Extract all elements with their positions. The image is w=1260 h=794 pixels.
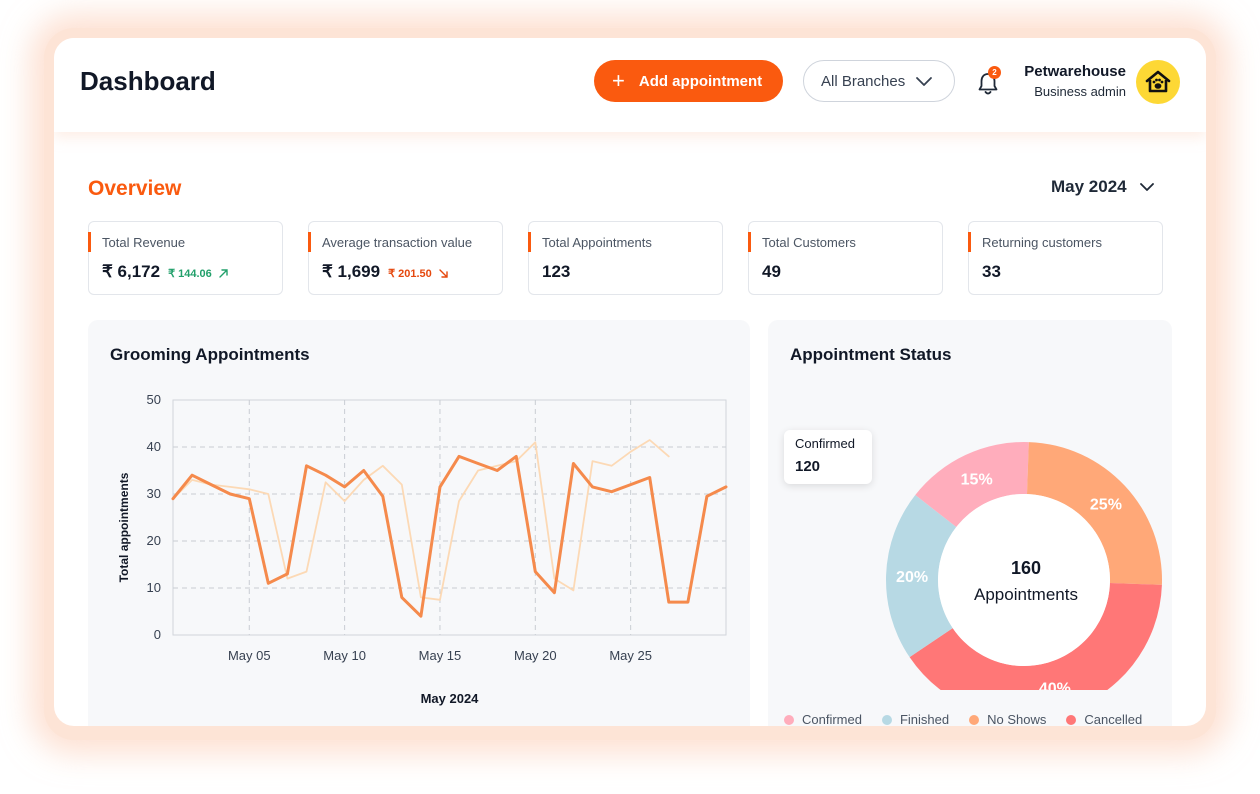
- series-line-1: [171, 454, 728, 618]
- stat-value: 49: [762, 262, 781, 281]
- branch-select[interactable]: All Branches: [803, 60, 955, 102]
- tooltip-value: 120: [795, 458, 821, 475]
- card-accent: [748, 232, 751, 252]
- y-tick-label: 10: [147, 580, 161, 595]
- stat-delta-value: ₹ 144.06: [168, 268, 212, 280]
- overview-title: Overview: [88, 177, 182, 200]
- stat-delta: ₹ 201.50: [388, 267, 449, 280]
- x-tick-label: May 05: [228, 648, 271, 663]
- y-tick-label: 0: [154, 627, 161, 642]
- stat-value-row: 123: [542, 262, 570, 282]
- stat-value: 123: [542, 262, 571, 281]
- user-name: Petwarehouse: [1024, 63, 1126, 80]
- legend-item: Finished: [881, 712, 950, 726]
- add-appointment-label: Add appointment: [638, 72, 763, 90]
- legend-item: Cancelled: [1066, 712, 1142, 726]
- legend-label: No Shows: [987, 712, 1047, 726]
- tooltip-label: Confirmed: [795, 436, 855, 451]
- stat-value-row: ₹ 6,172 ₹ 144.06: [102, 262, 229, 282]
- legend-label: Finished: [899, 712, 950, 726]
- avatar[interactable]: [1136, 60, 1180, 104]
- legend-item: No Shows: [969, 712, 1046, 726]
- month-select-value: May 2024: [1051, 177, 1127, 196]
- center-label: Appointments: [974, 585, 1078, 604]
- stat-delta-value: ₹ 201.50: [388, 268, 432, 280]
- legend-dot: [881, 714, 892, 725]
- legend-dot: [1066, 714, 1077, 725]
- y-tick-label: 20: [147, 533, 161, 548]
- chevron-down-icon: [916, 77, 933, 86]
- slice-label: 20%: [896, 569, 928, 586]
- card-accent: [308, 232, 311, 252]
- stat-label: Total Revenue: [102, 235, 186, 250]
- dashboard-window: Dashboard + Add appointment All Branches…: [54, 38, 1206, 726]
- plot-area: [172, 399, 727, 636]
- stat-label: Returning customers: [982, 235, 1102, 250]
- stat-label: Total Appointments: [542, 235, 652, 250]
- slice-label: 40%: [1039, 681, 1071, 690]
- stat-card-returning-customers: Returning customers 33: [968, 221, 1163, 295]
- stat-card-average-transaction: Average transaction value ₹ 1,699 ₹ 201.…: [308, 221, 503, 295]
- stat-card-total-revenue: Total Revenue ₹ 6,172 ₹ 144.06: [88, 221, 283, 295]
- arrow-down-right-icon: [439, 269, 448, 278]
- legend-item: Confirmed: [784, 712, 862, 726]
- stat-value: ₹ 6,172: [102, 262, 161, 281]
- donut-hole: [938, 494, 1110, 666]
- stat-label: Total Customers: [762, 235, 856, 250]
- x-axis-label: May 2024: [421, 691, 480, 706]
- y-tick-label: 30: [147, 486, 161, 501]
- page-title: Dashboard: [80, 66, 216, 96]
- month-select[interactable]: May 2024: [1051, 177, 1155, 197]
- card-accent: [528, 232, 531, 252]
- y-axis-label: Total appointments: [117, 472, 131, 582]
- stat-value: ₹ 1,699: [322, 262, 381, 281]
- appointment-status-donut: 15% 25% 40% 20% 160 Appointments: [886, 442, 1162, 690]
- slice-label: 25%: [1090, 497, 1122, 514]
- arrow-up-right-icon: [219, 269, 228, 278]
- notification-badge: 2: [988, 66, 1001, 79]
- branch-select-value: All Branches: [821, 72, 906, 90]
- legend-label: Confirmed: [802, 712, 862, 726]
- stat-value-row: ₹ 1,699 ₹ 201.50: [322, 262, 449, 282]
- grooming-line-chart: 0 10 20 30 40 50 May 05 May 10 May 15 May 20 May 2…: [117, 392, 728, 706]
- legend-label: Cancelled: [1084, 712, 1143, 726]
- plus-icon: +: [612, 68, 625, 93]
- chevron-down-icon: [1139, 183, 1154, 191]
- card-accent: [968, 232, 971, 252]
- paw-house-icon: [1145, 70, 1171, 93]
- x-tick-label: May 15: [419, 648, 462, 663]
- y-tick-label: 40: [147, 439, 161, 454]
- status-legend: Confirmed Finished No Shows Cancelled: [784, 712, 1162, 726]
- x-tick-label: May 20: [514, 648, 557, 663]
- legend-dot: [784, 714, 794, 725]
- x-tick-label: May 10: [323, 648, 366, 663]
- card-accent: [88, 232, 91, 252]
- stat-value-row: 49: [762, 262, 781, 282]
- user-role: Business admin: [1034, 84, 1126, 99]
- stat-label: Average transaction value: [322, 235, 473, 250]
- series-line-2: [172, 439, 670, 601]
- center-value: 160: [1011, 558, 1041, 578]
- slice-label: 15%: [961, 471, 993, 488]
- stat-delta: ₹ 144.06: [168, 267, 229, 280]
- legend-dot: [969, 714, 980, 725]
- add-appointment-button[interactable]: + Add appointment: [594, 60, 783, 102]
- stat-value-row: 33: [982, 262, 1001, 282]
- chart-tooltip: Confirmed 120: [784, 430, 872, 484]
- y-tick-label: 50: [147, 392, 161, 407]
- stat-card-total-customers: Total Customers 49: [748, 221, 943, 295]
- top-bar: Dashboard + Add appointment All Branches…: [54, 38, 1206, 132]
- stat-card-total-appointments: Total Appointments 123: [528, 221, 723, 295]
- x-tick-label: May 25: [609, 648, 652, 663]
- stat-value: 33: [982, 262, 1001, 281]
